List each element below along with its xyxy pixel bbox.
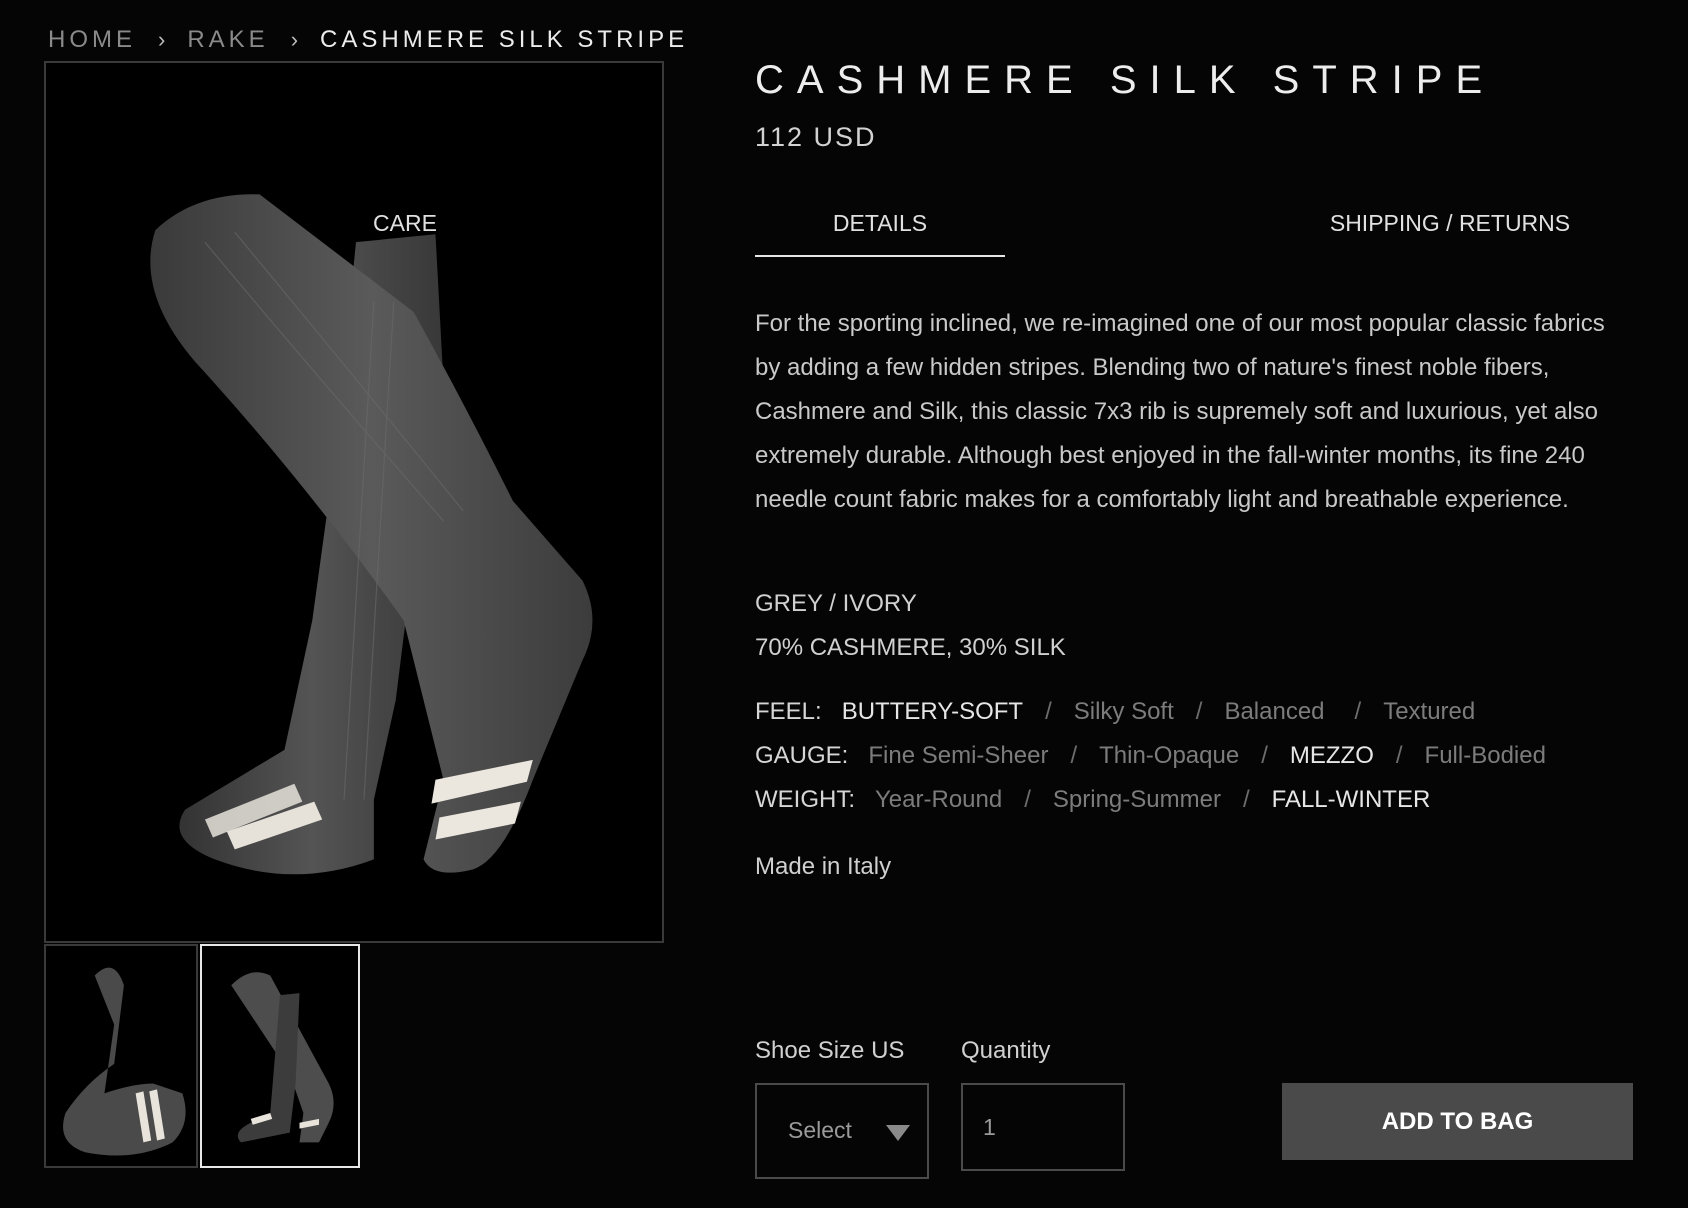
tab-shipping-returns[interactable]: SHIPPING / RETURNS bbox=[1315, 205, 1585, 255]
breadcrumb: HOME › RAKE › CASHMERE SILK STRIPE bbox=[48, 26, 688, 54]
sock-pair-image bbox=[150, 194, 593, 875]
product-tabs: DETAILS CARE SHIPPING / RETURNS bbox=[373, 205, 1611, 259]
divider: / bbox=[1070, 742, 1078, 769]
shoe-size-value: Select bbox=[788, 1117, 852, 1143]
shoe-size-label: Shoe Size US bbox=[755, 1037, 905, 1064]
divider: / bbox=[1261, 742, 1268, 769]
gauge-label: GAUGE: bbox=[755, 742, 849, 769]
country-of-origin: Made in Italy bbox=[755, 853, 892, 880]
product-description: For the sporting inclined, we re-imagine… bbox=[755, 310, 1605, 513]
feel-scale: FEEL: BUTTERY-SOFT / Silky Soft / Balanc… bbox=[755, 698, 1475, 726]
quantity-input[interactable] bbox=[961, 1083, 1125, 1171]
feel-option: BUTTERY-SOFT bbox=[841, 698, 1024, 725]
divider: / bbox=[1395, 742, 1403, 769]
gauge-option: Full-Bodied bbox=[1424, 742, 1546, 769]
divider: / bbox=[1354, 698, 1362, 725]
feel-option: Silky Soft bbox=[1073, 698, 1174, 725]
weight-scale: WEIGHT: Year-Round / Spring-Summer / FAL… bbox=[755, 786, 1430, 814]
divider: / bbox=[1195, 698, 1203, 725]
product-title: CASHMERE SILK STRIPE bbox=[755, 58, 1496, 102]
weight-option: FALL-WINTER bbox=[1271, 786, 1431, 813]
add-to-bag-button[interactable]: ADD TO BAG bbox=[1282, 1083, 1633, 1160]
breadcrumb-separator: › bbox=[290, 27, 299, 52]
weight-option: Spring-Summer bbox=[1052, 786, 1221, 813]
thumbnail-1[interactable] bbox=[44, 944, 198, 1168]
sock-flat-image bbox=[63, 967, 186, 1156]
divider: / bbox=[1024, 786, 1031, 813]
weight-option: Year-Round bbox=[875, 786, 1003, 813]
product-color: GREY / IVORY bbox=[755, 590, 917, 617]
feel-option: Textured bbox=[1383, 698, 1476, 725]
product-main-image[interactable] bbox=[44, 61, 664, 943]
weight-label: WEIGHT: bbox=[755, 786, 855, 813]
gauge-scale: GAUGE: Fine Semi-Sheer / Thin-Opaque / M… bbox=[755, 742, 1546, 770]
feel-option: Balanced bbox=[1224, 698, 1325, 725]
sock-pair-thumbnail-image bbox=[231, 972, 334, 1143]
tab-care[interactable]: CARE bbox=[330, 205, 480, 255]
product-price: 112 USD bbox=[755, 122, 877, 152]
product-composition: 70% CASHMERE, 30% SILK bbox=[755, 634, 1066, 661]
thumbnail-2[interactable] bbox=[200, 944, 360, 1168]
divider: / bbox=[1045, 698, 1052, 725]
gauge-option: MEZZO bbox=[1289, 742, 1374, 769]
quantity-label: Quantity bbox=[961, 1037, 1051, 1064]
tab-details[interactable]: DETAILS bbox=[755, 205, 1005, 257]
breadcrumb-current: CASHMERE SILK STRIPE bbox=[320, 26, 689, 53]
breadcrumb-separator: › bbox=[158, 27, 166, 52]
breadcrumb-rake-link[interactable]: RAKE bbox=[187, 26, 268, 54]
divider: / bbox=[1242, 786, 1250, 813]
gauge-option: Thin-Opaque bbox=[1099, 742, 1240, 769]
gauge-option: Fine Semi-Sheer bbox=[868, 742, 1049, 769]
shoe-size-select[interactable]: Select bbox=[755, 1083, 929, 1179]
thumbnail-strip bbox=[44, 944, 360, 1168]
feel-label: FEEL: bbox=[755, 698, 822, 725]
breadcrumb-home-link[interactable]: HOME bbox=[48, 26, 136, 54]
caret-down-icon bbox=[886, 1125, 910, 1141]
